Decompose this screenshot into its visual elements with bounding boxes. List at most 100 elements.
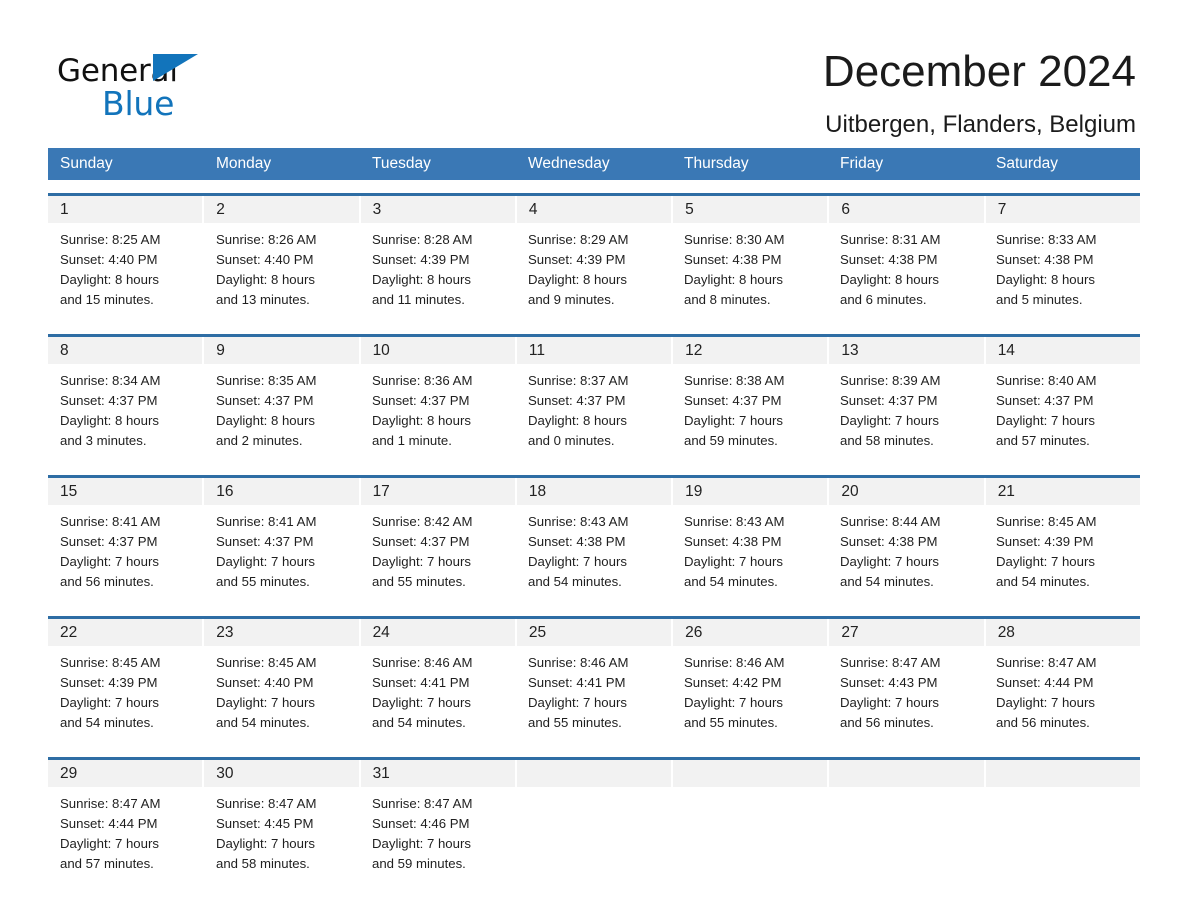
sunset-text: Sunset: 4:44 PM: [60, 816, 158, 832]
day-number[interactable]: 26: [673, 619, 830, 646]
week-daynumber-band: 22 23 24 25 26 27 28: [48, 619, 1140, 646]
sunrise-text: Sunrise: 8:39 AM: [840, 373, 941, 388]
sunrise-text: Sunrise: 8:46 AM: [528, 655, 629, 670]
daylight-text-line2: and 54 minutes.: [996, 574, 1090, 590]
day-number[interactable]: 20: [829, 478, 986, 505]
day-number[interactable]: 13: [829, 337, 986, 364]
sunset-text: Sunset: 4:37 PM: [684, 393, 782, 409]
sunrise-text: Sunrise: 8:40 AM: [996, 373, 1097, 388]
daylight-text-line2: and 55 minutes.: [216, 574, 310, 590]
daylight-text-line1: Daylight: 7 hours: [684, 554, 783, 570]
daylight-text-line1: Daylight: 7 hours: [996, 554, 1095, 570]
sunset-text: Sunset: 4:43 PM: [840, 675, 938, 691]
weekday-header-tuesday: Tuesday: [372, 155, 431, 172]
week-daydetail-band: Sunrise: 8:25 AM Sunset: 4:40 PM Dayligh…: [48, 223, 1140, 321]
daylight-text-line1: Daylight: 8 hours: [60, 413, 159, 429]
day-cell: Sunrise: 8:43 AM Sunset: 4:38 PM Dayligh…: [672, 505, 828, 603]
sunrise-text: Sunrise: 8:36 AM: [372, 373, 473, 388]
sunrise-text: Sunrise: 8:30 AM: [684, 232, 785, 247]
day-number[interactable]: 2: [204, 196, 361, 223]
day-cell: Sunrise: 8:45 AM Sunset: 4:39 PM Dayligh…: [984, 505, 1140, 603]
daylight-text-line1: Daylight: 7 hours: [372, 695, 471, 711]
day-number[interactable]: 5: [673, 196, 830, 223]
daylight-text-line1: Daylight: 8 hours: [216, 272, 315, 288]
sunset-text: Sunset: 4:42 PM: [684, 675, 782, 691]
day-number[interactable]: 15: [48, 478, 205, 505]
sunrise-text: Sunrise: 8:41 AM: [216, 514, 317, 529]
day-cell: Sunrise: 8:42 AM Sunset: 4:37 PM Dayligh…: [360, 505, 516, 603]
daylight-text-line1: Daylight: 7 hours: [996, 413, 1095, 429]
day-cell: Sunrise: 8:25 AM Sunset: 4:40 PM Dayligh…: [48, 223, 204, 321]
page-title: December 2024: [822, 47, 1136, 96]
daylight-text-line2: and 55 minutes.: [528, 715, 622, 731]
weekday-header-wednesday: Wednesday: [528, 155, 610, 172]
daylight-text-line2: and 11 minutes.: [372, 292, 465, 308]
week-daydetail-band: Sunrise: 8:34 AM Sunset: 4:37 PM Dayligh…: [48, 364, 1140, 462]
day-cell: Sunrise: 8:33 AM Sunset: 4:38 PM Dayligh…: [984, 223, 1140, 321]
day-number[interactable]: 29: [48, 760, 205, 787]
sunset-text: Sunset: 4:37 PM: [528, 393, 626, 409]
daylight-text-line1: Daylight: 7 hours: [840, 695, 939, 711]
weekday-header-thursday: Thursday: [684, 155, 749, 172]
daylight-text-line1: Daylight: 7 hours: [684, 413, 783, 429]
day-number[interactable]: 1: [48, 196, 205, 223]
day-number[interactable]: 12: [673, 337, 830, 364]
daylight-text-line2: and 58 minutes.: [216, 856, 310, 872]
day-number[interactable]: 11: [516, 337, 674, 364]
day-number[interactable]: 30: [204, 760, 361, 787]
week-daydetail-band: Sunrise: 8:47 AM Sunset: 4:44 PM Dayligh…: [48, 787, 1140, 885]
day-cell: Sunrise: 8:46 AM Sunset: 4:42 PM Dayligh…: [672, 646, 828, 744]
sunrise-text: Sunrise: 8:37 AM: [528, 373, 629, 388]
weekday-header-saturday: Saturday: [996, 155, 1059, 172]
sunset-text: Sunset: 4:38 PM: [684, 252, 782, 268]
day-number[interactable]: 7: [985, 196, 1140, 223]
day-number[interactable]: 16: [204, 478, 361, 505]
daylight-text-line1: Daylight: 7 hours: [216, 695, 315, 711]
day-number[interactable]: 6: [829, 196, 986, 223]
day-number[interactable]: 21: [985, 478, 1140, 505]
sunrise-text: Sunrise: 8:28 AM: [372, 232, 473, 247]
daylight-text-line1: Daylight: 8 hours: [684, 272, 783, 288]
sunrise-text: Sunrise: 8:29 AM: [528, 232, 629, 247]
day-number[interactable]: 28: [985, 619, 1140, 646]
day-cell: Sunrise: 8:30 AM Sunset: 4:38 PM Dayligh…: [672, 223, 828, 321]
sunrise-text: Sunrise: 8:46 AM: [372, 655, 473, 670]
sunset-text: Sunset: 4:39 PM: [996, 534, 1094, 550]
sunset-text: Sunset: 4:39 PM: [60, 675, 158, 691]
daylight-text-line1: Daylight: 7 hours: [996, 695, 1095, 711]
calendar-page: General Blue December 2024 Uitbergen, Fl…: [0, 0, 1188, 918]
day-number[interactable]: 22: [48, 619, 205, 646]
week-daynumber-band: 8 9 10 11 12 13 14: [48, 337, 1140, 364]
day-number[interactable]: 24: [360, 619, 517, 646]
day-number[interactable]: 18: [516, 478, 674, 505]
day-number[interactable]: 3: [360, 196, 517, 223]
daylight-text-line2: and 56 minutes.: [996, 715, 1090, 731]
day-number[interactable]: 23: [204, 619, 361, 646]
daylight-text-line1: Daylight: 7 hours: [840, 413, 939, 429]
daylight-text-line1: Daylight: 7 hours: [60, 695, 159, 711]
week-daynumber-band: 29 30 31: [48, 760, 1140, 787]
daylight-text-line2: and 13 minutes.: [216, 292, 310, 308]
sunset-text: Sunset: 4:37 PM: [60, 393, 158, 409]
daylight-text-line2: and 6 minutes.: [840, 292, 927, 308]
day-number[interactable]: 10: [360, 337, 517, 364]
day-number[interactable]: 4: [516, 196, 674, 223]
day-cell: Sunrise: 8:46 AM Sunset: 4:41 PM Dayligh…: [516, 646, 672, 744]
sunrise-text: Sunrise: 8:34 AM: [60, 373, 161, 388]
sunset-text: Sunset: 4:40 PM: [216, 252, 314, 268]
day-number[interactable]: 27: [829, 619, 986, 646]
day-number[interactable]: 17: [360, 478, 517, 505]
day-number[interactable]: 31: [360, 760, 517, 787]
day-number[interactable]: 9: [204, 337, 361, 364]
day-number[interactable]: 8: [48, 337, 205, 364]
day-number[interactable]: 19: [673, 478, 830, 505]
day-number[interactable]: 14: [985, 337, 1140, 364]
sunrise-text: Sunrise: 8:47 AM: [216, 796, 317, 811]
weekday-header-monday: Monday: [216, 155, 272, 172]
calendar-grid: Sunday Monday Tuesday Wednesday Thursday…: [48, 148, 1140, 885]
sunrise-text: Sunrise: 8:47 AM: [996, 655, 1097, 670]
daylight-text-line1: Daylight: 7 hours: [372, 554, 471, 570]
day-number-empty: [985, 760, 1140, 787]
daylight-text-line2: and 56 minutes.: [60, 574, 154, 590]
day-number[interactable]: 25: [516, 619, 674, 646]
